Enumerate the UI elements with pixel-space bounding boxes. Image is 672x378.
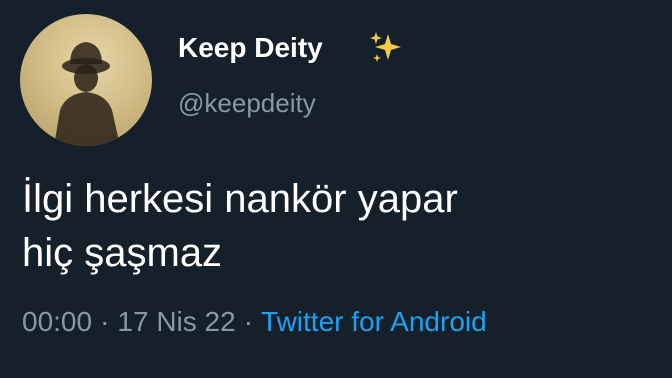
tweet-time[interactable]: 00:00: [22, 306, 92, 337]
tweet-date[interactable]: 17 Nis 22: [117, 306, 235, 337]
sparkles-icon: [370, 32, 401, 62]
user-handle[interactable]: @keepdeity: [178, 88, 316, 119]
tweet-card: Keep Deity @keepdeity İlgi herkesi nankö…: [0, 0, 672, 378]
silhouette-photo: [54, 42, 120, 146]
meta-separator: ·: [100, 306, 110, 337]
meta-separator: ·: [243, 306, 254, 337]
tweet-source-link[interactable]: Twitter for Android: [261, 306, 487, 337]
tweet-text: İlgi herkesi nankör yapar hiç şaşmaz: [22, 172, 458, 280]
avatar[interactable]: [20, 14, 152, 146]
tweet-text-line: İlgi herkesi nankör yapar: [22, 177, 458, 221]
tweet-meta: 00:00 · 17 Nis 22 · Twitter for Android: [22, 306, 487, 338]
tweet-text-line: hiç şaşmaz: [22, 231, 223, 275]
display-name[interactable]: Keep Deity: [178, 32, 323, 64]
